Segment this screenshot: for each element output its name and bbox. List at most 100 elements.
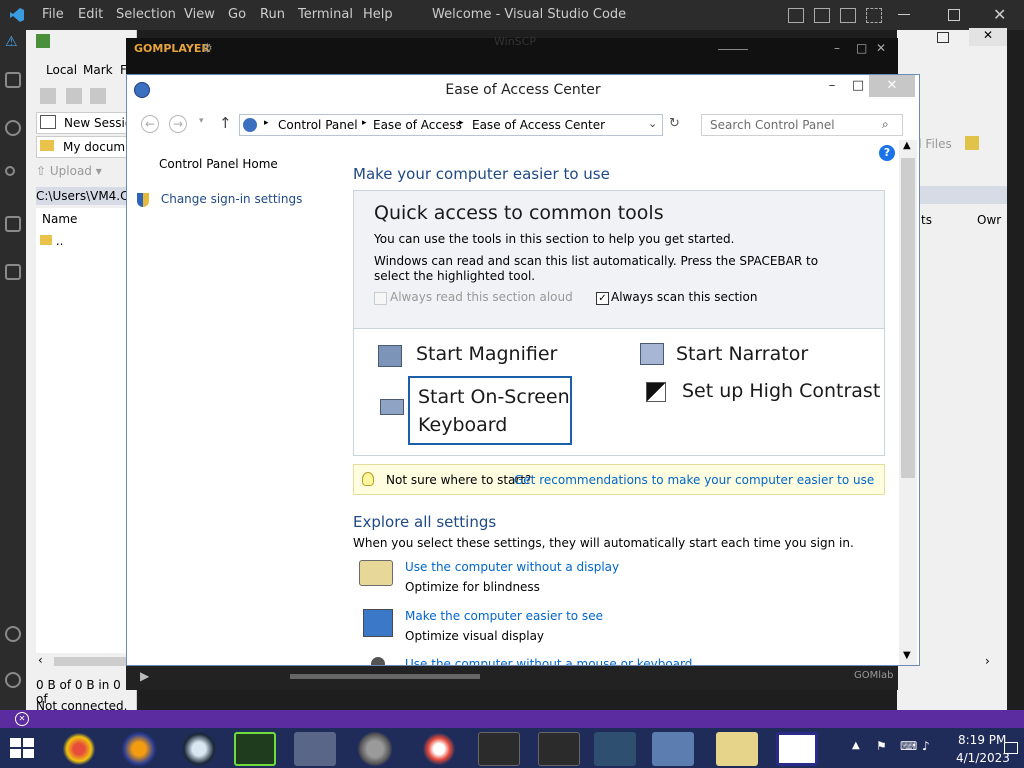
remote-indicator-icon[interactable]: ✕ [15, 712, 29, 726]
taskbar-steam-icon[interactable] [178, 732, 220, 766]
forward-button[interactable]: → [169, 115, 187, 133]
bg-toolbar-icon[interactable] [965, 136, 979, 150]
taskbar-red-app-icon[interactable] [418, 732, 460, 766]
scroll-left-icon[interactable]: ‹ [38, 653, 43, 667]
layout-sidebar-icon[interactable] [788, 8, 804, 23]
taskbar-lock-app-icon[interactable] [594, 732, 636, 766]
breadcrumb-ease-of-access-center[interactable]: Ease of Access Center [472, 118, 605, 132]
read-aloud-checkbox[interactable] [374, 292, 387, 305]
bg-column-rights[interactable]: ts [921, 213, 932, 227]
bg-column-owner[interactable]: Owr [977, 213, 1001, 227]
bg-close-button[interactable]: ✕ [969, 28, 1007, 46]
account-icon[interactable] [5, 626, 21, 642]
notifications-icon[interactable] [1004, 742, 1018, 754]
easier-see-link[interactable]: Make the computer easier to see [405, 609, 603, 623]
menu-view[interactable]: View [184, 7, 215, 22]
search-icon[interactable]: ⌕ [882, 117, 889, 132]
back-button[interactable]: ← [141, 115, 159, 133]
vscode-maximize-button[interactable] [948, 9, 960, 21]
gom-minimize-button[interactable]: – [834, 41, 840, 55]
breadcrumb-ease-of-access[interactable]: Ease of Access [373, 118, 462, 132]
winscp-menu-local[interactable]: Local [46, 63, 77, 77]
taskbar-green-app-icon[interactable] [234, 732, 276, 766]
toolbar-icon[interactable] [66, 88, 82, 104]
bg-maximize-button[interactable] [937, 32, 949, 43]
sidebar-change-signin[interactable]: Change sign-in settings [137, 192, 302, 207]
scroll-up-icon[interactable]: ▲ [903, 140, 911, 151]
toolbar-icon[interactable] [40, 88, 56, 104]
column-name[interactable]: Name [42, 212, 77, 226]
parent-folder-row[interactable]: .. [40, 234, 63, 248]
address-field[interactable]: ▸ Control Panel ▸ Ease of Access ▸ Ease … [239, 114, 663, 136]
taskbar-control-panel-icon[interactable] [652, 732, 694, 766]
menu-terminal[interactable]: Terminal [298, 7, 353, 22]
explorer-icon[interactable] [5, 72, 21, 88]
vscode-minimize-button[interactable] [898, 14, 910, 15]
recommendations-link[interactable]: Get recommendations to make your compute… [514, 473, 874, 487]
search-field[interactable]: Search Control Panel ⌕ [701, 114, 903, 136]
scan-checkbox[interactable]: ✓ [596, 292, 609, 305]
gom-close-button[interactable]: ✕ [876, 41, 886, 55]
vscode-close-button[interactable]: ✕ [993, 5, 1006, 24]
layout-secondary-icon[interactable] [840, 8, 856, 23]
run-debug-icon[interactable] [5, 216, 21, 232]
breadcrumb-sep-icon[interactable]: ▸ [264, 118, 269, 128]
taskbar-n-app-icon[interactable] [776, 732, 818, 766]
taskbar-shield-icon[interactable] [716, 732, 758, 766]
start-magnifier-item[interactable]: Start Magnifier [378, 343, 557, 367]
tray-volume-icon[interactable]: ♪ [922, 739, 930, 753]
tray-network-icon[interactable]: ⌨ [900, 739, 917, 753]
menu-go[interactable]: Go [228, 7, 246, 22]
bg-scroll-right-icon[interactable]: › [985, 654, 990, 668]
gom-volume-slider[interactable] [718, 49, 748, 50]
eoa-close-button[interactable]: ✕ [869, 75, 915, 97]
source-control-icon[interactable] [5, 166, 15, 176]
extensions-icon[interactable] [5, 264, 21, 280]
breadcrumb-sep-icon[interactable]: ▸ [459, 118, 464, 128]
my-documents-label: My docum [63, 140, 126, 154]
gom-settings-icon[interactable]: ⚙ [202, 41, 213, 55]
tray-overflow-icon[interactable]: ▲ [852, 740, 860, 751]
start-button[interactable] [8, 736, 36, 760]
upload-button[interactable]: ⇧ Upload ▾ [36, 164, 102, 178]
scroll-thumb[interactable] [901, 158, 915, 478]
taskbar-321-icon-2[interactable] [538, 732, 580, 766]
gom-maximize-button[interactable]: □ [856, 41, 867, 55]
menu-run[interactable]: Run [260, 7, 285, 22]
manage-gear-icon[interactable] [5, 672, 21, 688]
start-onscreen-keyboard-item[interactable]: Start On-Screen Keyboard [408, 376, 572, 445]
toolbar-icon[interactable] [90, 88, 106, 104]
high-contrast-item[interactable]: Set up High Contrast [646, 380, 880, 402]
menu-selection[interactable]: Selection [116, 7, 176, 22]
eoa-vertical-scrollbar[interactable]: ▲ ▼ [899, 140, 917, 665]
layout-customize-icon[interactable] [866, 8, 882, 23]
start-narrator-item[interactable]: Start Narrator [640, 343, 808, 365]
breadcrumb-control-panel[interactable]: Control Panel [278, 118, 358, 132]
sidebar-control-panel-home[interactable]: Control Panel Home [159, 157, 278, 171]
menu-file[interactable]: File [42, 7, 64, 22]
scroll-down-icon[interactable]: ▼ [903, 650, 911, 661]
tray-date[interactable]: 4/1/2023 [956, 751, 1010, 765]
menu-help[interactable]: Help [363, 7, 393, 22]
search-icon[interactable] [5, 120, 21, 136]
menu-edit[interactable]: Edit [78, 7, 103, 22]
help-icon[interactable]: ? [879, 145, 895, 161]
no-display-link[interactable]: Use the computer without a display [405, 560, 619, 574]
refresh-icon[interactable]: ↻ [669, 116, 680, 131]
tray-flag-icon[interactable]: ⚑ [876, 739, 887, 753]
taskbar-infrarecorder-icon[interactable] [294, 732, 336, 766]
tray-time[interactable]: 8:19 PM [958, 733, 1006, 747]
gom-play-icon[interactable]: ▶ [140, 669, 149, 683]
layout-panel-icon[interactable] [814, 8, 830, 23]
taskbar-audacity-icon[interactable] [118, 732, 160, 766]
gom-seek-bar[interactable] [290, 674, 480, 679]
winscp-menu-mark[interactable]: Mark [83, 63, 113, 77]
taskbar-eye-app-icon[interactable] [58, 732, 100, 766]
recent-pages-icon[interactable]: ▾ [199, 116, 204, 126]
breadcrumb-sep-icon[interactable]: ▸ [362, 118, 367, 128]
taskbar-disc-icon[interactable] [354, 732, 396, 766]
taskbar-321-icon[interactable] [478, 732, 520, 766]
no-mouse-link[interactable]: Use the computer without a mouse or keyb… [405, 657, 692, 665]
up-button[interactable]: ↑ [219, 114, 232, 132]
address-dropdown-icon[interactable]: ⌄ [648, 117, 657, 130]
